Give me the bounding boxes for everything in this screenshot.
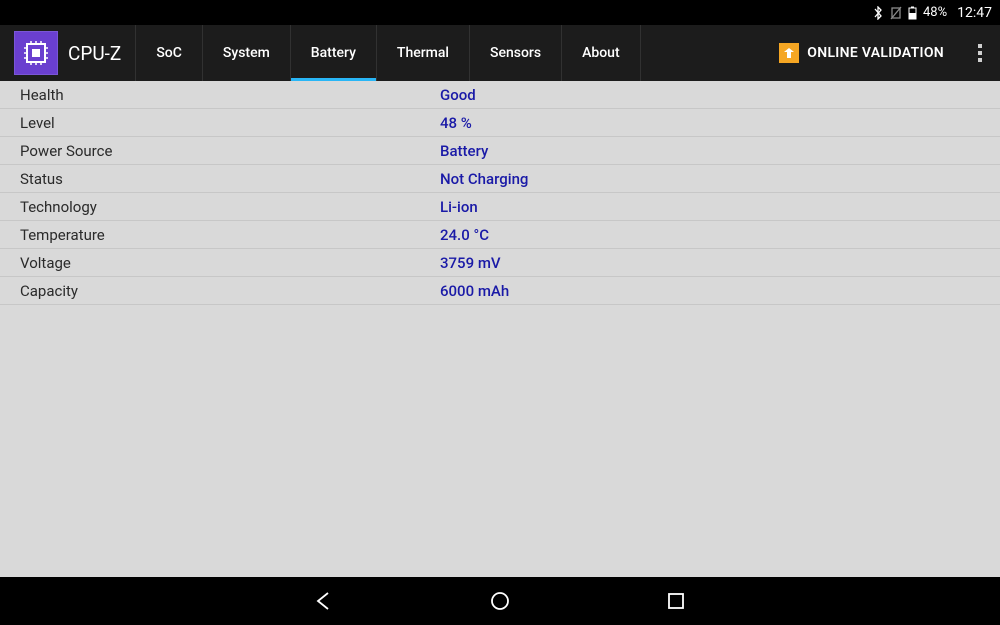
row-label: Temperature <box>0 226 440 244</box>
tab-label: Battery <box>311 45 356 61</box>
tab-battery[interactable]: Battery <box>290 25 376 81</box>
row-value: Good <box>440 86 476 104</box>
clock: 12:47 <box>957 5 992 21</box>
table-row: Power Source Battery <box>0 137 1000 165</box>
battery-percent: 48% <box>923 5 947 20</box>
nav-recent-button[interactable] <box>663 588 689 614</box>
table-row: Status Not Charging <box>0 165 1000 193</box>
row-label: Level <box>0 114 440 132</box>
app-icon <box>14 31 58 75</box>
app-title: CPU-Z <box>62 25 135 81</box>
row-label: Power Source <box>0 142 440 160</box>
tab-sensors[interactable]: Sensors <box>469 25 561 81</box>
row-label: Status <box>0 170 440 188</box>
table-row: Technology Li-ion <box>0 193 1000 221</box>
nav-home-button[interactable] <box>487 588 513 614</box>
row-label: Health <box>0 86 440 104</box>
bluetooth-icon <box>872 6 884 20</box>
app-bar: CPU-Z SoC System Battery Thermal Sensors… <box>0 25 1000 81</box>
tab-thermal[interactable]: Thermal <box>376 25 469 81</box>
row-value: 6000 mAh <box>440 282 509 300</box>
row-value: 48 % <box>440 114 472 132</box>
tab-label: SoC <box>156 45 182 61</box>
row-label: Capacity <box>0 282 440 300</box>
tab-label: System <box>223 45 270 61</box>
nav-back-button[interactable] <box>311 588 337 614</box>
table-row: Capacity 6000 mAh <box>0 277 1000 305</box>
tab-label: Sensors <box>490 45 541 61</box>
validation-icon <box>779 43 799 63</box>
online-validation-button[interactable]: ONLINE VALIDATION <box>763 25 960 81</box>
battery-icon <box>908 6 917 20</box>
no-sim-icon <box>890 6 902 20</box>
table-row: Level 48 % <box>0 109 1000 137</box>
table-row: Voltage 3759 mV <box>0 249 1000 277</box>
tab-label: Thermal <box>397 45 449 61</box>
tab-label: About <box>582 45 620 61</box>
tab-system[interactable]: System <box>202 25 290 81</box>
validation-label: ONLINE VALIDATION <box>807 45 944 61</box>
table-row: Health Good <box>0 81 1000 109</box>
tabs: SoC System Battery Thermal Sensors About <box>135 25 640 81</box>
overflow-menu-button[interactable] <box>960 25 1000 81</box>
tab-soc[interactable]: SoC <box>135 25 202 81</box>
row-label: Voltage <box>0 254 440 272</box>
row-value: 3759 mV <box>440 254 501 272</box>
row-value: Li-ion <box>440 198 478 216</box>
tab-about[interactable]: About <box>561 25 641 81</box>
table-row: Temperature 24.0 °C <box>0 221 1000 249</box>
row-value: Not Charging <box>440 170 528 188</box>
android-nav-bar <box>0 577 1000 625</box>
row-value: 24.0 °C <box>440 226 489 244</box>
battery-info-list: Health Good Level 48 % Power Source Batt… <box>0 81 1000 305</box>
row-label: Technology <box>0 198 440 216</box>
row-value: Battery <box>440 142 488 160</box>
android-status-bar: 48% 12:47 <box>0 0 1000 25</box>
